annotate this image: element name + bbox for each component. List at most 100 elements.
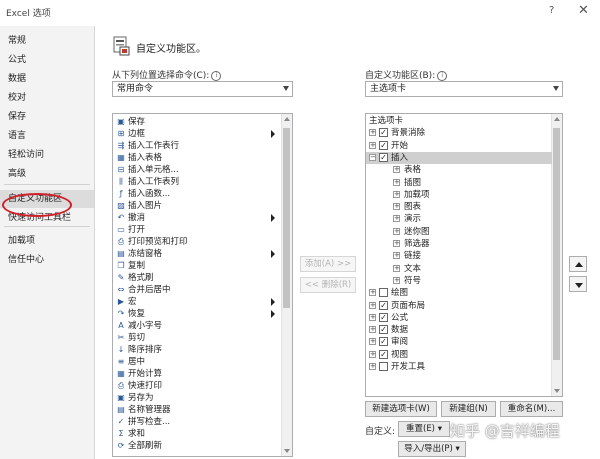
tree-item[interactable]: + 表格 xyxy=(366,164,552,176)
command-item[interactable]: ↶ 撤消 xyxy=(113,212,283,224)
choose-commands-dropdown[interactable]: 常用命令 xyxy=(112,81,293,97)
tree-item[interactable]: + 绘图 xyxy=(366,287,552,299)
tree-item[interactable]: + 加载项 xyxy=(366,189,552,201)
sidebar-item[interactable]: 校对 xyxy=(0,89,94,107)
command-item[interactable]: ≡ 居中 xyxy=(113,356,283,368)
expand-icon[interactable]: + xyxy=(393,190,400,198)
tree-item[interactable]: + 筛选器 xyxy=(366,238,552,250)
tree-item[interactable]: + 演示 xyxy=(366,213,552,225)
sidebar-item[interactable]: 语言 xyxy=(0,127,94,145)
tree-item[interactable]: + 链接 xyxy=(366,250,552,262)
command-item[interactable]: ✎ 格式刷 xyxy=(113,272,283,284)
tab-checkbox[interactable]: ✓ xyxy=(379,300,388,310)
expand-icon[interactable]: + xyxy=(369,301,376,309)
command-item[interactable]: ▭ 打开 xyxy=(113,224,283,236)
expand-icon[interactable]: + xyxy=(369,289,376,297)
tree-item[interactable]: + 文本 xyxy=(366,263,552,275)
command-item[interactable]: ▦ 开始计算 xyxy=(113,368,283,380)
command-item[interactable]: ↓ 降序排序 xyxy=(113,344,283,356)
expand-icon[interactable]: + xyxy=(369,141,376,149)
tree-item[interactable]: + ✓ 背景消除 xyxy=(366,127,552,139)
close-button[interactable]: ✕ xyxy=(578,3,589,18)
tree-item[interactable]: + 开发工具 xyxy=(366,361,552,373)
expand-icon[interactable]: + xyxy=(393,227,400,235)
command-item[interactable]: ⫼ 插入工作表列 xyxy=(113,176,283,188)
scroll-up-icon[interactable] xyxy=(554,117,560,121)
tree-item[interactable]: + 插图 xyxy=(366,177,552,189)
command-item[interactable]: ✂ 剪切 xyxy=(113,332,283,344)
command-item[interactable]: ƒ 插入函数... xyxy=(113,188,283,200)
sidebar-item[interactable]: 公式 xyxy=(0,51,94,69)
expand-icon[interactable]: + xyxy=(369,363,376,370)
command-item[interactable]: ⇔ 合并后居中 xyxy=(113,284,283,296)
command-item[interactable]: ⎙ 打印预览和打印 xyxy=(113,236,283,248)
command-item[interactable]: ❐ 复制 xyxy=(113,260,283,272)
command-item[interactable]: ⊞ 边框 xyxy=(113,128,283,140)
tree-scrollbar[interactable] xyxy=(551,114,562,396)
import-export-button[interactable]: 导入/导出(P) ▾ xyxy=(398,441,466,457)
command-item[interactable]: ⎙ 快速打印 xyxy=(113,380,283,392)
sidebar-item[interactable]: 轻松访问 xyxy=(0,146,94,164)
scrollbar-thumb[interactable] xyxy=(283,128,290,308)
tree-item[interactable]: + ✓ 视图 xyxy=(366,349,552,361)
expand-icon[interactable]: + xyxy=(393,166,400,174)
command-item[interactable]: ↷ 恢复 xyxy=(113,308,283,320)
sidebar-item[interactable]: 高级 xyxy=(0,165,94,183)
expand-icon[interactable]: + xyxy=(369,129,376,137)
tree-item[interactable]: + 图表 xyxy=(366,201,552,213)
tab-checkbox[interactable] xyxy=(379,362,388,371)
command-item[interactable]: ⟳ 全部刷新 xyxy=(113,440,283,452)
command-item[interactable]: ▤ 名称管理器 xyxy=(113,404,283,416)
expand-icon[interactable]: + xyxy=(393,252,400,260)
new-tab-button[interactable]: 新建选项卡(W) xyxy=(365,401,437,417)
command-item[interactable]: ▣ 另存为 xyxy=(113,392,283,404)
sidebar-item[interactable]: 加载项 xyxy=(0,232,94,250)
scroll-down-icon[interactable] xyxy=(554,389,560,393)
scroll-down-icon[interactable] xyxy=(284,449,290,453)
tree-item[interactable]: + ✓ 审阅 xyxy=(366,336,552,348)
tree-item[interactable]: + ✓ 开始 xyxy=(366,140,552,152)
command-item[interactable]: ▦ 插入表格 xyxy=(113,152,283,164)
collapse-icon[interactable]: − xyxy=(369,153,376,161)
new-group-button[interactable]: 新建组(N) xyxy=(441,401,496,417)
tab-checkbox[interactable] xyxy=(379,288,388,298)
sidebar-item[interactable]: 信任中心 xyxy=(0,251,94,269)
sidebar-item[interactable]: 数据 xyxy=(0,70,94,88)
expand-icon[interactable]: + xyxy=(369,313,376,321)
move-down-button[interactable] xyxy=(569,276,587,292)
expand-icon[interactable]: + xyxy=(393,203,400,211)
expand-icon[interactable]: + xyxy=(393,276,400,284)
ribbon-tree[interactable]: 主选项卡 + ✓ 背景消除 + ✓ 开始 − ✓ 插入 + 表格 + 插图 + 加载项 + 图表 + 演示 + 迷你图 + 筛… xyxy=(365,113,563,397)
command-item[interactable]: ▨ 插入图片 xyxy=(113,200,283,212)
expand-icon[interactable]: + xyxy=(369,338,376,346)
add-button[interactable]: 添加(A) >> xyxy=(300,256,356,272)
tab-checkbox[interactable]: ✓ xyxy=(379,140,388,150)
expand-icon[interactable]: + xyxy=(393,215,400,223)
tab-checkbox[interactable]: ✓ xyxy=(379,152,388,162)
command-item[interactable]: Σ 求和 xyxy=(113,428,283,440)
tab-checkbox[interactable]: ✓ xyxy=(379,337,388,347)
tree-item[interactable]: + 符号 xyxy=(366,275,552,287)
move-up-button[interactable] xyxy=(569,256,587,272)
commands-listbox[interactable]: ▣ 保存 ⊞ 边框 ⇶ 插入工作表行 ▦ 插入表格 ⊟ 插入单元格... ⫼ 插入工作表列 ƒ 插入函数.… xyxy=(112,113,293,457)
remove-button[interactable]: << 删除(R) xyxy=(300,277,356,293)
help-button[interactable]: ? xyxy=(549,5,554,16)
command-item[interactable]: ⊟ 插入单元格... xyxy=(113,164,283,176)
command-item[interactable]: ▣ 保存 xyxy=(113,116,283,128)
command-item[interactable]: ✓ 拼写检查... xyxy=(113,416,283,428)
scrollbar-thumb[interactable] xyxy=(553,128,560,360)
sidebar-item[interactable]: 保存 xyxy=(0,108,94,126)
command-item[interactable]: ▤ 冻结窗格 xyxy=(113,248,283,260)
rename-button[interactable]: 重命名(M)... xyxy=(500,401,563,417)
customize-ribbon-dropdown[interactable]: 主选项卡 xyxy=(365,81,563,97)
tab-checkbox[interactable]: ✓ xyxy=(379,312,388,322)
tab-checkbox[interactable]: ✓ xyxy=(379,349,388,359)
expand-icon[interactable]: + xyxy=(393,264,400,272)
expand-icon[interactable]: + xyxy=(369,326,376,334)
tree-item[interactable]: + ✓ 页面布局 xyxy=(366,300,552,312)
scroll-up-icon[interactable] xyxy=(284,117,290,121)
sidebar-item[interactable]: 常规 xyxy=(0,32,94,50)
expand-icon[interactable]: + xyxy=(369,350,376,358)
command-item[interactable]: A 减小字号 xyxy=(113,320,283,332)
tree-item[interactable]: + ✓ 数据 xyxy=(366,324,552,336)
